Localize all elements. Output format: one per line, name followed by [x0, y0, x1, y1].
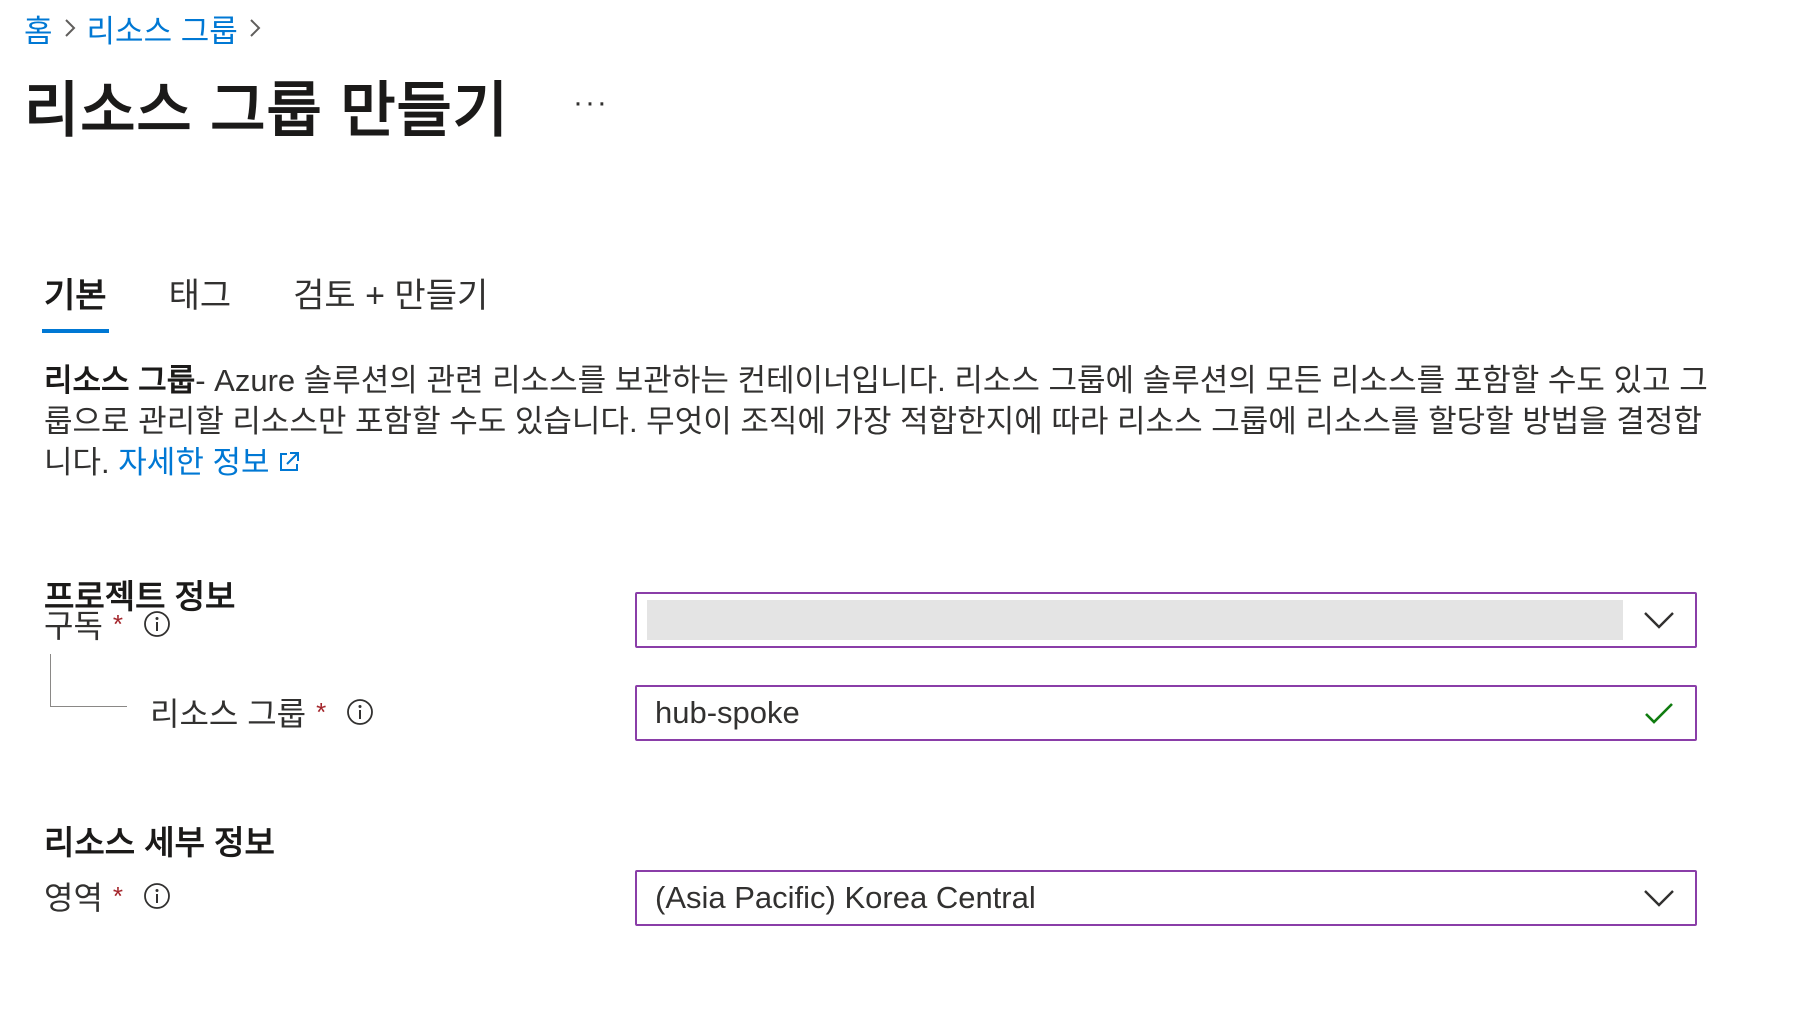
chevron-right-icon: [238, 17, 272, 39]
chevron-right-icon: [53, 17, 87, 39]
page-title: 리소스 그룹 만들기: [24, 77, 509, 144]
resource-group-label: 리소스 그룹: [150, 696, 307, 732]
breadcrumb-resource-groups-link[interactable]: 리소스 그룹: [87, 6, 238, 51]
resource-group-value: hub-spoke: [655, 695, 800, 730]
subscription-dropdown[interactable]: [635, 592, 1697, 648]
resource-group-input[interactable]: hub-spoke: [635, 685, 1697, 741]
subscription-label-row: 구독 *: [44, 598, 171, 650]
chevron-down-icon: [1644, 612, 1674, 629]
tab-bar: 기본 태그 검토 + 만들기: [42, 268, 548, 333]
learn-more-label: 자세한 정보: [118, 445, 270, 480]
description: 리소스 그룹- Azure 솔루션의 관련 리소스를 보관하는 컨테이너입니다.…: [44, 360, 1724, 483]
required-mark: *: [316, 696, 327, 727]
tab-review-create[interactable]: 검토 + 만들기: [291, 268, 490, 333]
more-options-button[interactable]: ···: [573, 86, 609, 120]
info-icon[interactable]: [143, 610, 171, 638]
resource-details-heading: 리소스 세부 정보: [44, 824, 275, 861]
region-dropdown[interactable]: (Asia Pacific) Korea Central: [635, 870, 1697, 926]
checkmark-icon: [1645, 703, 1673, 724]
description-term: 리소스 그룹: [44, 363, 196, 398]
chevron-down-icon: [1644, 890, 1674, 907]
region-label: 영역: [44, 880, 103, 916]
breadcrumb-home-link[interactable]: 홈: [24, 6, 53, 51]
region-label-row: 영역 *: [44, 870, 171, 922]
breadcrumb: 홈 리소스 그룹: [24, 6, 272, 51]
required-mark: *: [112, 608, 124, 639]
region-value: (Asia Pacific) Korea Central: [655, 880, 1036, 915]
learn-more-link[interactable]: 자세한 정보: [118, 445, 301, 480]
info-icon[interactable]: [143, 882, 171, 910]
tab-basics[interactable]: 기본: [42, 268, 109, 333]
info-icon[interactable]: [346, 698, 374, 726]
resource-group-label-row: 리소스 그룹 *: [150, 686, 374, 738]
tree-connector: [50, 654, 127, 707]
external-link-icon: [276, 444, 302, 471]
required-mark: *: [112, 880, 124, 911]
title-row: 리소스 그룹 만들기 ···: [24, 62, 609, 149]
subscription-label: 구독: [44, 608, 103, 644]
tab-tags[interactable]: 태그: [167, 268, 234, 333]
redacted-value: [647, 600, 1623, 640]
